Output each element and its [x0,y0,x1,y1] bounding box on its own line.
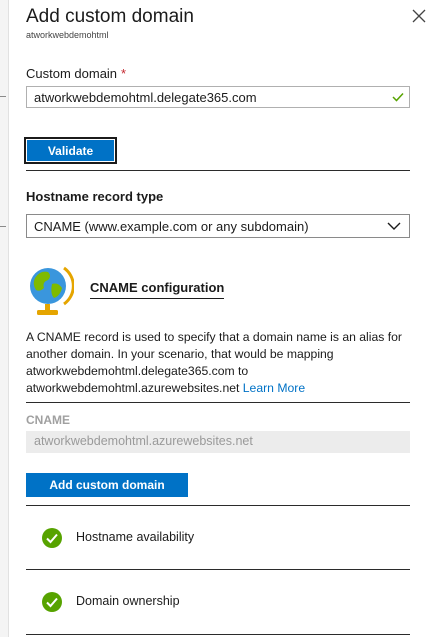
status-label: Hostname availability [76,530,195,544]
divider [26,402,410,403]
record-type-label: Hostname record type [26,189,164,204]
rail-tick [0,96,6,97]
close-button[interactable] [409,6,429,26]
success-check-icon [42,592,62,612]
custom-domain-input[interactable]: atworkwebdemohtml.delegate365.com [26,86,410,108]
globe-icon [30,266,74,315]
cname-description: A CNAME record is used to specify that a… [26,329,416,397]
panel-title: Add custom domain [26,6,194,27]
cname-field-value: atworkwebdemohtml.azurewebsites.net [34,434,253,448]
required-marker: * [121,66,127,81]
record-type-selected: CNAME (www.example.com or any subdomain) [34,219,309,234]
cname-heading: CNAME configuration [90,280,225,299]
chevron-down-icon [387,222,401,230]
divider [26,634,410,635]
learn-more-link[interactable]: Learn More [243,381,305,395]
rail-tick [0,226,6,227]
cname-field: atworkwebdemohtml.azurewebsites.net [26,431,410,453]
left-rail [0,0,9,637]
cname-description-text: A CNAME record is used to specify that a… [26,330,402,395]
custom-domain-value: atworkwebdemohtml.delegate365.com [34,90,257,105]
status-label: Domain ownership [76,594,180,608]
custom-domain-label: Custom domain * [26,66,126,81]
custom-domain-label-text: Custom domain [26,66,118,81]
panel-subtitle: atworkwebdemohtml [26,30,109,40]
close-icon [412,9,426,23]
status-row-ownership: Domain ownership [26,570,410,634]
add-custom-domain-button[interactable]: Add custom domain [26,473,188,497]
valid-check-icon [392,92,404,102]
validate-button[interactable]: Validate [24,137,117,164]
status-row-hostname: Hostname availability [26,506,410,570]
success-check-icon [42,528,62,548]
divider [26,170,410,171]
record-type-select[interactable]: CNAME (www.example.com or any subdomain) [26,214,410,238]
cname-field-label: CNAME [26,413,70,427]
